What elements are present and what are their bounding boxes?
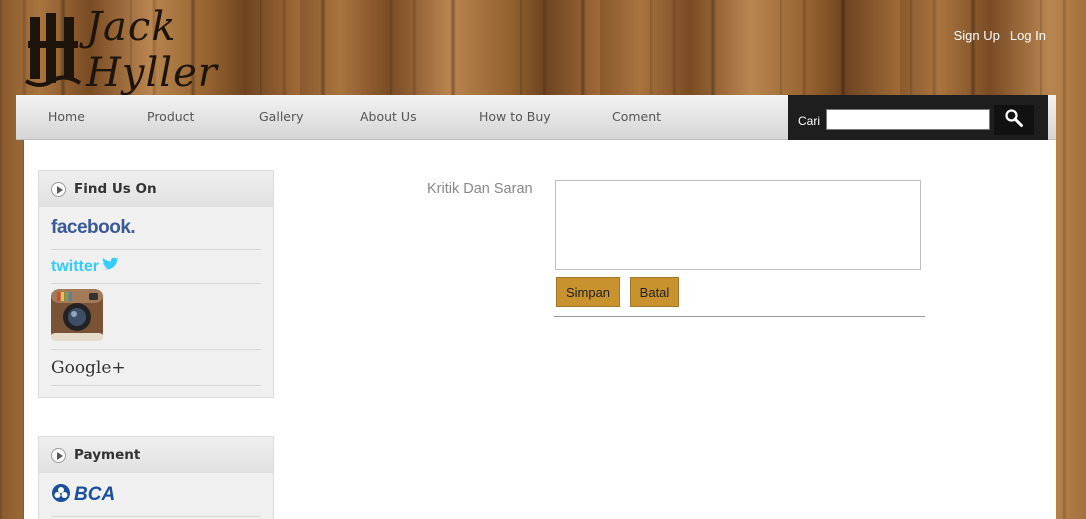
save-button[interactable]: Simpan (556, 277, 620, 307)
feedback-label: Kritik Dan Saran (427, 181, 533, 197)
search-label: Cari (798, 114, 821, 128)
cancel-button[interactable]: Batal (630, 277, 679, 307)
site-logo[interactable]: Jack Hyller (24, 4, 274, 96)
payment-header: Payment (39, 437, 273, 473)
bca-logo: BCA (74, 483, 116, 505)
nav-item-about-us[interactable]: About Us (360, 109, 417, 124)
sign-up-link[interactable]: Sign Up (954, 28, 1000, 43)
feedback-textarea[interactable] (555, 180, 921, 270)
instagram-link[interactable] (51, 284, 261, 350)
account-links: Sign Up Log In (954, 28, 1046, 43)
nav-item-product[interactable]: Product (147, 109, 194, 124)
search-icon (1004, 108, 1024, 132)
find-us-title: Find Us On (74, 181, 157, 197)
find-us-widget: Find Us On facebook. twitter Google+ (38, 170, 274, 398)
logo-monogram-icon (24, 11, 82, 89)
bca-payment-item[interactable]: BCA (51, 473, 261, 517)
twitter-bird-icon (101, 257, 119, 276)
nav-item-how-to-buy[interactable]: How to Buy (479, 109, 551, 124)
instagram-icon (51, 288, 103, 345)
nav-item-coment[interactable]: Coment (612, 109, 661, 124)
google-plus-logo: Google+ (51, 357, 126, 378)
nav-item-home[interactable]: Home (48, 109, 85, 124)
twitter-link[interactable]: twitter (51, 250, 261, 284)
search-button[interactable] (994, 105, 1034, 135)
facebook-link[interactable]: facebook. (51, 207, 261, 250)
form-divider (554, 316, 925, 317)
search-input[interactable] (826, 109, 990, 130)
main-content: Find Us On facebook. twitter Google+ Pay… (24, 140, 1056, 519)
play-arrow-icon (51, 181, 66, 197)
twitter-logo: twitter (51, 257, 99, 275)
play-arrow-icon (51, 447, 66, 463)
payment-title: Payment (74, 447, 141, 463)
google-plus-link[interactable]: Google+ (51, 350, 261, 386)
log-in-link[interactable]: Log In (1010, 28, 1046, 43)
facebook-logo: facebook. (51, 217, 136, 238)
find-us-header: Find Us On (39, 171, 273, 207)
nav-item-gallery[interactable]: Gallery (259, 109, 304, 124)
payment-widget: Payment BCA (38, 436, 274, 519)
bca-logo-icon (51, 483, 71, 507)
logo-text: Jack Hyller (86, 4, 218, 96)
